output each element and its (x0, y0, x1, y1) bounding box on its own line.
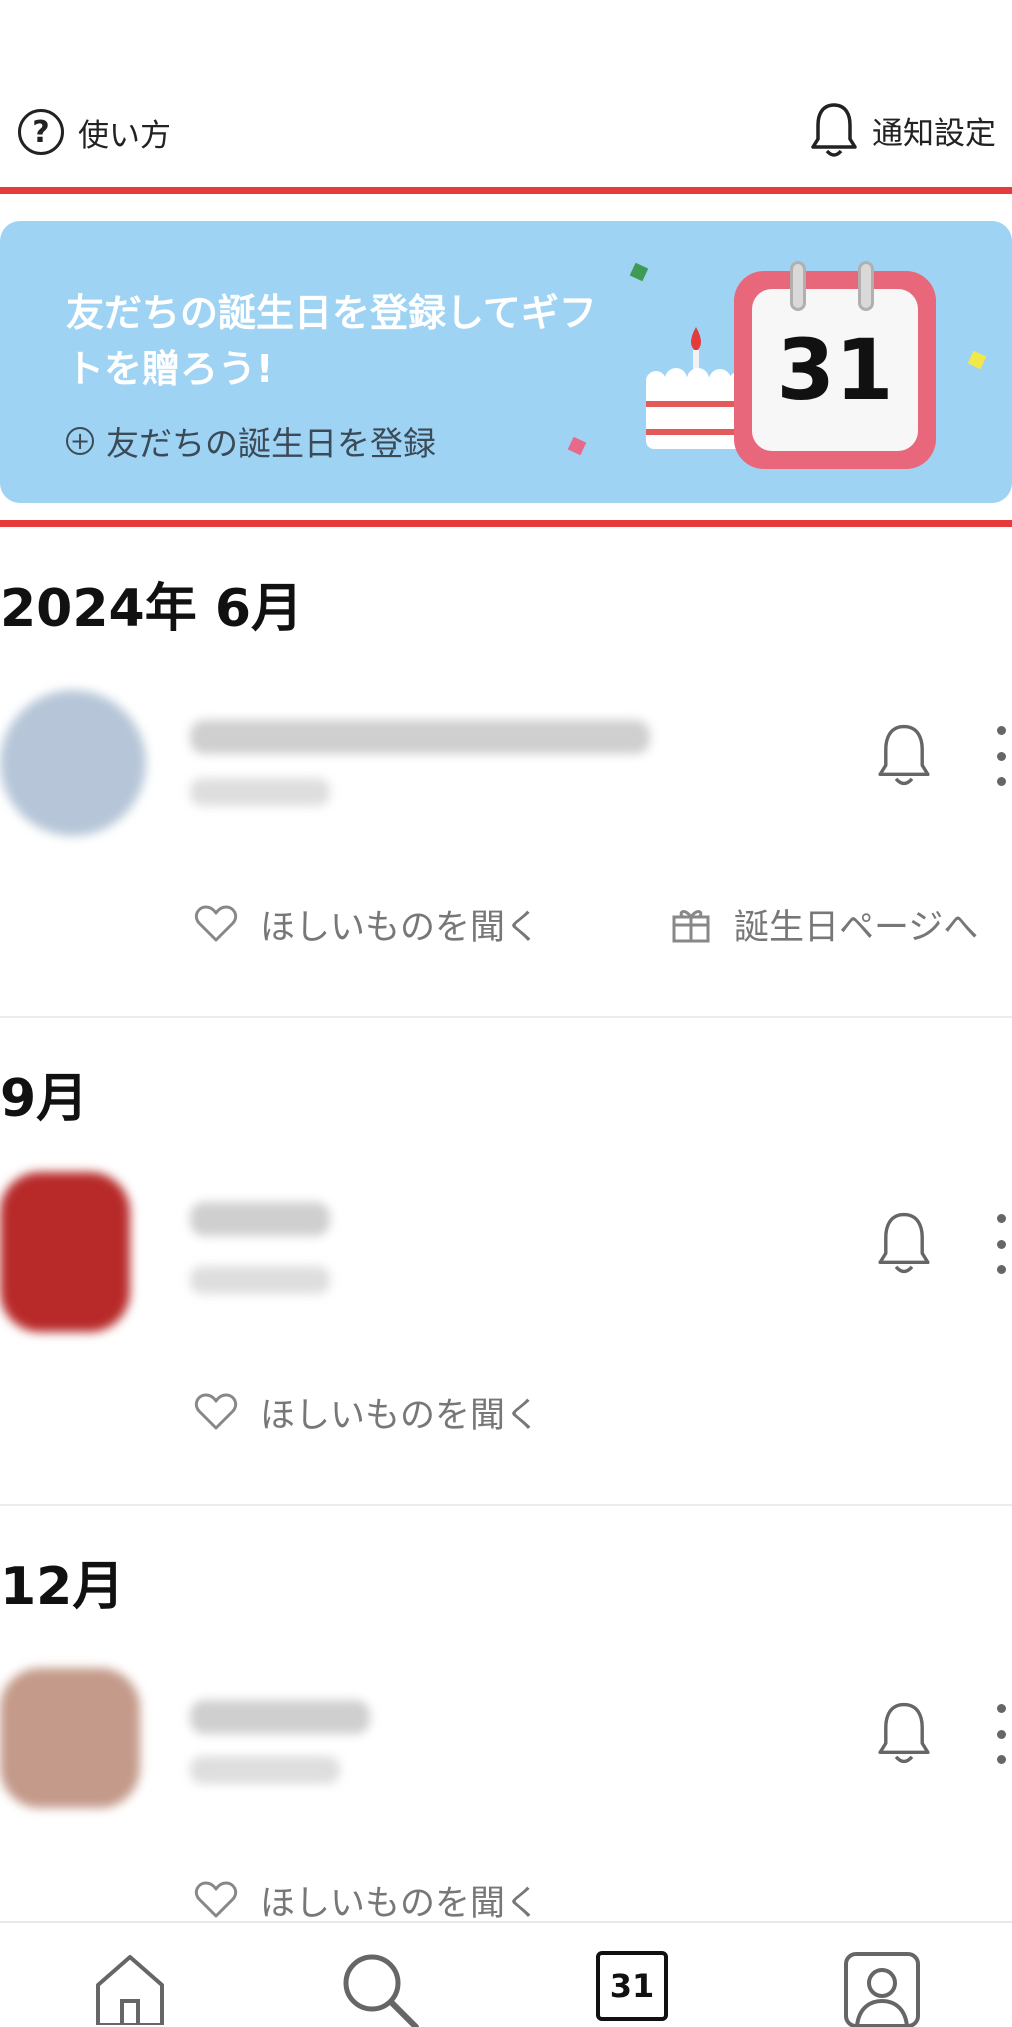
ask-wishlist-button[interactable]: ほしいものを聞く (194, 898, 540, 950)
profile-icon (844, 1952, 920, 2027)
more-options-icon[interactable] (994, 726, 1008, 786)
calendar-number: 31 (752, 289, 918, 451)
bell-icon[interactable] (876, 1700, 932, 1766)
top-bar (0, 0, 1012, 190)
friend-name (190, 720, 650, 754)
notification-settings-label: 通知設定 (872, 115, 996, 152)
tab-home[interactable] (90, 1951, 170, 2027)
highlight-line-top (0, 187, 1012, 194)
register-birthday-label: 友だちの誕生日を登録 (106, 424, 436, 463)
bottom-tab-bar: 31 (0, 1921, 1012, 2027)
tab-search[interactable] (340, 1951, 420, 2027)
avatar[interactable] (0, 1172, 130, 1332)
ask-wishlist-button[interactable]: ほしいものを聞く (194, 1874, 540, 1926)
birthday-page-label: 誕生日ページへ (734, 907, 979, 948)
friend-birthday (190, 1266, 330, 1294)
tab-profile[interactable] (842, 1951, 922, 2027)
heart-icon (194, 905, 238, 942)
banner-title: 友だちの誕生日を登録してギフトを贈ろう! (66, 291, 597, 391)
section-divider (0, 1016, 1012, 1018)
calendar-icon: 31 (596, 1951, 668, 2021)
home-icon (96, 1955, 164, 2025)
heart-icon (194, 1881, 238, 1918)
month-heading: 2024年 6月 (0, 579, 304, 639)
bell-icon (811, 103, 857, 157)
calendar-ring (858, 261, 874, 311)
notification-settings-button[interactable]: 通知設定 (810, 100, 996, 160)
bell-icon[interactable] (876, 722, 932, 788)
highlight-line-bottom (0, 520, 1012, 527)
confetti (567, 436, 587, 456)
heart-icon (194, 1393, 238, 1430)
calendar-badge: 31 (734, 261, 936, 469)
birthday-page-link[interactable]: 誕生日ページへ (670, 898, 978, 950)
avatar[interactable] (0, 690, 146, 836)
ask-wishlist-label: ほしいものを聞く (260, 1883, 541, 1924)
plus-circle-icon: + (66, 427, 94, 455)
month-heading: 12月 (0, 1557, 125, 1617)
friend-birthday (190, 778, 330, 806)
birthday-banner[interactable]: 友だちの誕生日を登録してギフトを贈ろう! + 友だちの誕生日を登録 31 (0, 221, 1012, 503)
gift-icon (672, 910, 710, 943)
tab-calendar[interactable]: 31 (592, 1951, 672, 2027)
bell-icon[interactable] (876, 1210, 932, 1276)
more-options-icon[interactable] (994, 1704, 1008, 1764)
help-button[interactable]: ? 使い方 (18, 104, 171, 160)
register-birthday-button[interactable]: + 友だちの誕生日を登録 (66, 417, 436, 465)
help-label: 使い方 (78, 117, 171, 154)
friend-birthday (190, 1756, 340, 1784)
calendar-ring (790, 261, 806, 311)
confetti (629, 262, 649, 282)
calendar-tab-number: 31 (609, 1967, 655, 2005)
section-divider (0, 1504, 1012, 1506)
confetti (967, 350, 987, 370)
month-heading: 9月 (0, 1069, 89, 1129)
avatar[interactable] (0, 1668, 140, 1808)
friend-name (190, 1700, 370, 1734)
search-icon (343, 1954, 419, 2027)
ask-wishlist-button[interactable]: ほしいものを聞く (194, 1386, 540, 1438)
friend-name (190, 1202, 330, 1236)
ask-wishlist-label: ほしいものを聞く (260, 1395, 541, 1436)
ask-wishlist-label: ほしいものを聞く (260, 907, 541, 948)
help-icon: ? (18, 109, 64, 155)
more-options-icon[interactable] (994, 1214, 1008, 1274)
